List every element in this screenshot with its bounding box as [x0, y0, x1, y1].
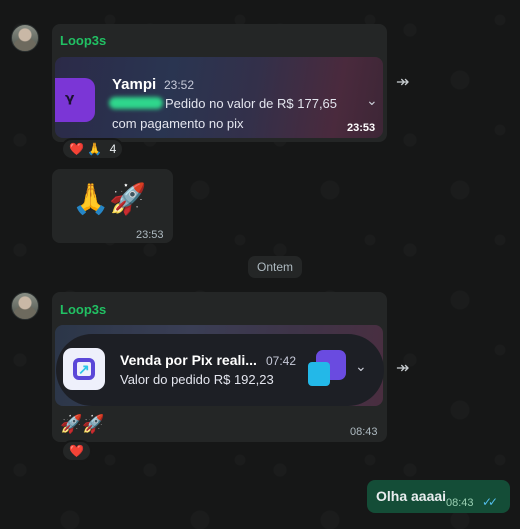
- sender-name[interactable]: Loop3s: [60, 33, 106, 48]
- sender-avatar[interactable]: [11, 292, 39, 320]
- reaction-emojis: ❤️ 🙏: [69, 142, 103, 156]
- emoji-text: 🚀🚀: [60, 414, 105, 434]
- date-divider: Ontem: [248, 256, 302, 278]
- read-ticks-icon: ✓✓: [482, 495, 498, 509]
- card-line1: Valor do pedido R$ 192,23: [120, 372, 274, 387]
- forward-icon[interactable]: ↠: [396, 72, 422, 94]
- reaction-count: 4: [109, 142, 117, 156]
- message-time: 23:53: [347, 122, 376, 134]
- emoji-message: 🙏🚀: [72, 182, 147, 217]
- message-time: 08:43: [350, 426, 378, 438]
- card-app-name: Yampi: [112, 76, 157, 93]
- card-time: 07:42: [266, 354, 297, 368]
- message-time: 23:53: [136, 229, 164, 241]
- sender-name[interactable]: Loop3s: [60, 302, 106, 317]
- pix-app-icon: ↗: [63, 348, 105, 390]
- card-line2: com pagamento no pix: [112, 116, 244, 131]
- redacted-name: [109, 97, 163, 109]
- chevron-down-icon[interactable]: ⌄: [366, 92, 378, 109]
- yampi-app-icon: ᵞ: [55, 78, 95, 122]
- forward-icon[interactable]: ↠: [396, 358, 422, 380]
- outgoing-message-text: Olha aaaai: [376, 488, 447, 504]
- reactions-badge[interactable]: ❤️ 🙏 4: [61, 138, 125, 160]
- reaction-emojis: ❤️: [69, 444, 84, 458]
- card-title: Venda por Pix reali...: [120, 352, 257, 368]
- reactions-badge[interactable]: ❤️: [61, 440, 92, 462]
- pix-logo-icon: [308, 350, 346, 388]
- outgoing-message-time: 08:43: [446, 497, 474, 509]
- card-line1: Pedido no valor de R$ 177,65: [165, 96, 338, 111]
- card-app-time: 23:52: [164, 78, 195, 92]
- chevron-down-icon[interactable]: ⌄: [355, 358, 367, 375]
- sender-avatar[interactable]: [11, 24, 39, 52]
